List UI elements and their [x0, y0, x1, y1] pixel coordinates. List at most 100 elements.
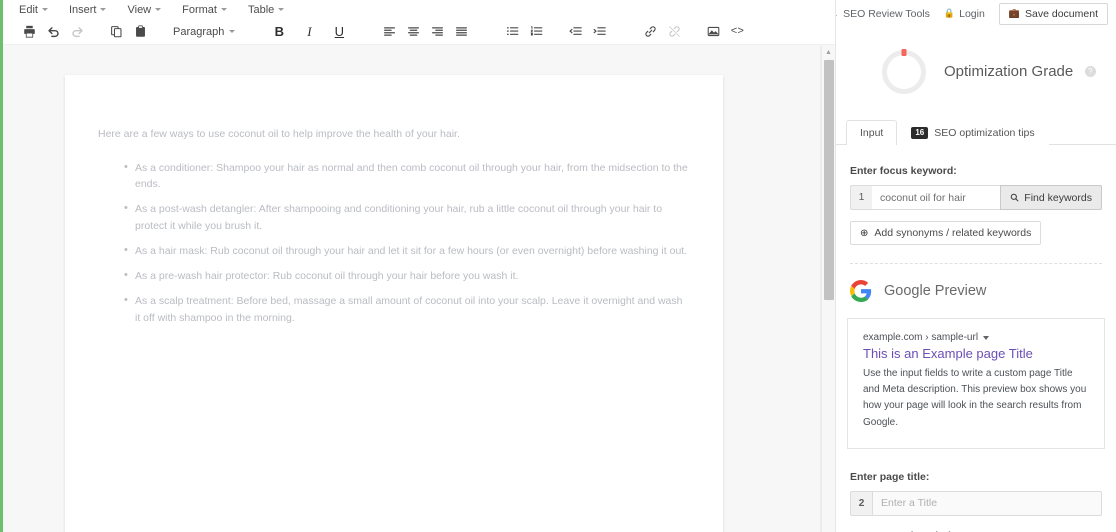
- save-document-button[interactable]: 💼 Save document: [998, 2, 1108, 25]
- page-title-input[interactable]: Enter a Title: [872, 490, 1102, 516]
- editor-menubar: Edit Insert View Format Table: [3, 0, 835, 19]
- menu-insert[interactable]: Insert: [69, 4, 107, 16]
- scrollbar-thumb[interactable]: [824, 60, 834, 300]
- optimization-grade-title-wrap: Optimization Grade ?: [944, 63, 1096, 81]
- align-left-icon[interactable]: [377, 21, 401, 43]
- menu-edit[interactable]: Edit: [19, 4, 48, 16]
- document-body[interactable]: Here are a few ways to use coconut oil t…: [65, 75, 723, 326]
- folder-icon: 💼: [1008, 8, 1021, 18]
- editor-canvas: Here are a few ways to use coconut oil t…: [3, 46, 835, 532]
- help-icon[interactable]: ?: [1084, 66, 1096, 78]
- underline-button[interactable]: U: [328, 21, 350, 43]
- plus-circle-icon: ⊕: [860, 227, 869, 239]
- link-icon[interactable]: [638, 21, 662, 43]
- save-document-label: Save document: [1025, 7, 1098, 20]
- search-icon: [1011, 193, 1019, 202]
- outdent-icon[interactable]: [563, 21, 587, 43]
- menu-insert-label: Insert: [68, 3, 97, 16]
- undo-icon[interactable]: [41, 21, 65, 43]
- editor-pane: Edit Insert View Format Table Paragraph …: [0, 0, 835, 532]
- chevron-down-icon: [220, 8, 227, 11]
- chevron-down-icon: [41, 8, 48, 11]
- bulleted-list-icon[interactable]: [500, 21, 524, 43]
- tab-input-label: Input: [860, 127, 884, 139]
- chevron-down-icon: [229, 30, 236, 33]
- focus-keyword-index: 1: [850, 185, 872, 210]
- menu-edit-label: Edit: [19, 3, 38, 16]
- list-item: As a scalp treatment: Before bed, massag…: [124, 292, 690, 326]
- paragraph-style-dropdown[interactable]: Paragraph: [167, 26, 241, 38]
- page-title: Optimization Grade: [944, 63, 1074, 80]
- chevron-down-icon[interactable]: [983, 335, 990, 340]
- back-link-label: SEO Review Tools: [843, 7, 930, 20]
- menu-format-label: Format: [182, 3, 217, 16]
- focus-keyword-label: Enter focus keyword:: [850, 165, 957, 177]
- italic-button[interactable]: I: [298, 21, 320, 43]
- unlink-icon[interactable]: [662, 21, 686, 43]
- find-keywords-label: Find keywords: [1024, 191, 1092, 204]
- list-item: As a hair mask: Rub coconut oil through …: [124, 242, 690, 259]
- editor-toolbar: Paragraph B I U <>: [3, 19, 835, 45]
- menu-view[interactable]: View: [127, 4, 162, 16]
- print-icon[interactable]: [17, 21, 41, 43]
- add-synonyms-label: Add synonyms / related keywords: [874, 227, 1032, 239]
- focus-keyword-input[interactable]: coconut oil for hair: [872, 185, 1001, 210]
- page-title-index: 2: [850, 490, 872, 516]
- google-preview-url: example.com › sample-url: [863, 332, 1089, 343]
- menu-table-label: Table: [247, 3, 275, 16]
- page-title-row: 2 Enter a Title: [850, 490, 1102, 516]
- bold-button[interactable]: B: [268, 21, 290, 43]
- google-preview-title: Google Preview: [884, 283, 987, 299]
- back-to-seo-review-tools-link[interactable]: ← SEO Review Tools: [836, 7, 930, 20]
- app-root: Edit Insert View Format Table Paragraph …: [0, 0, 1116, 532]
- paste-icon[interactable]: [128, 21, 152, 43]
- chevron-down-icon: [278, 8, 285, 11]
- find-keywords-button[interactable]: Find keywords: [1000, 185, 1102, 210]
- editor-scrollbar[interactable]: ▲: [821, 46, 835, 532]
- google-logo-icon: [850, 280, 872, 302]
- google-preview-description: Use the input fields to write a custom p…: [863, 368, 1087, 428]
- chevron-down-icon: [155, 8, 162, 11]
- paragraph-style-label: Paragraph: [173, 25, 225, 38]
- document-intro-paragraph: Here are a few ways to use coconut oil t…: [98, 128, 460, 140]
- lock-icon: 🔒: [943, 8, 956, 18]
- source-code-label: <>: [730, 25, 744, 38]
- google-preview-box: example.com › sample-url This is an Exam…: [847, 318, 1105, 449]
- align-center-icon[interactable]: [401, 21, 425, 43]
- tab-seo-optimization-tips[interactable]: 16 SEO optimization tips: [897, 120, 1049, 145]
- copy-icon[interactable]: [104, 21, 128, 43]
- gauge-progress-indicator: [901, 49, 907, 56]
- image-icon[interactable]: [701, 21, 725, 43]
- google-preview-page-title[interactable]: This is an Example page Title: [863, 346, 1089, 361]
- list-item: As a conditioner: Shampoo your hair as n…: [124, 159, 690, 193]
- scroll-up-arrow-icon[interactable]: ▲: [822, 46, 835, 58]
- sidebar-header: ← SEO Review Tools 🔒 Login 💼 Save docume…: [836, 0, 1116, 25]
- seo-sidebar: ← SEO Review Tools 🔒 Login 💼 Save docume…: [835, 0, 1116, 532]
- arrow-left-icon: ←: [836, 8, 839, 20]
- align-justify-icon[interactable]: [449, 21, 473, 43]
- google-preview-header: Google Preview: [836, 264, 1116, 302]
- document-bullet-list: As a conditioner: Shampoo your hair as n…: [98, 159, 690, 326]
- status-badge: 16: [911, 127, 929, 139]
- page-title-section: Enter page title: 2 Enter a Title Enter …: [836, 449, 1116, 532]
- login-label: Login: [959, 7, 985, 20]
- menu-format[interactable]: Format: [182, 4, 227, 16]
- google-preview-url-text: example.com › sample-url: [863, 332, 979, 343]
- add-synonyms-button[interactable]: ⊕ Add synonyms / related keywords: [850, 221, 1042, 245]
- numbered-list-icon[interactable]: [524, 21, 548, 43]
- source-code-icon[interactable]: <>: [725, 21, 749, 43]
- focus-keyword-section: Enter focus keyword: 1 coconut oil for h…: [836, 145, 1116, 245]
- redo-icon[interactable]: [65, 21, 89, 43]
- list-item: As a post-wash detangler: After shampooi…: [124, 200, 690, 234]
- login-link[interactable]: 🔒 Login: [944, 8, 985, 20]
- tab-input[interactable]: Input: [846, 120, 898, 145]
- menu-table[interactable]: Table: [247, 3, 285, 16]
- align-right-icon[interactable]: [425, 21, 449, 43]
- sidebar-tabs: Input 16 SEO optimization tips: [836, 117, 1116, 145]
- chevron-down-icon: [100, 8, 107, 11]
- page-title-field-label: Enter page title:: [850, 470, 930, 483]
- focus-keyword-row: 1 coconut oil for hair Find keywords: [850, 185, 1102, 210]
- list-item: As a pre-wash hair protector: Rub coconu…: [124, 267, 690, 284]
- indent-icon[interactable]: [587, 21, 611, 43]
- document-page[interactable]: Here are a few ways to use coconut oil t…: [65, 75, 723, 532]
